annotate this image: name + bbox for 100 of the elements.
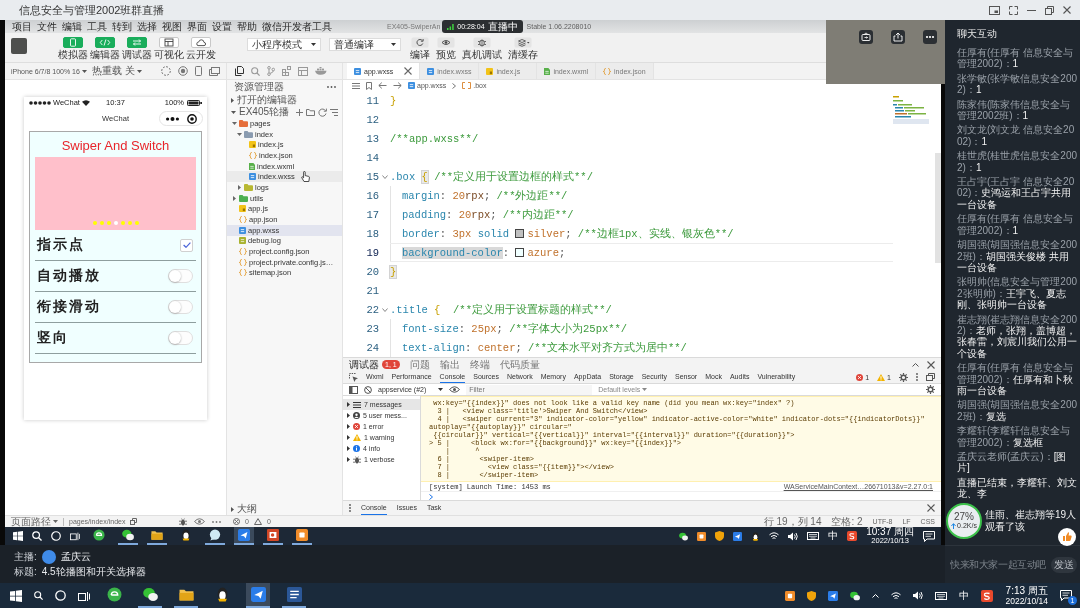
input-method[interactable]: 中 <box>959 588 970 603</box>
task-view-icon[interactable] <box>70 531 80 541</box>
input-method[interactable]: 中 <box>828 529 839 543</box>
clock-time[interactable]: 7:13 周五 <box>1005 585 1048 596</box>
menu-item[interactable]: 工具 <box>87 20 107 33</box>
fullscreen-icon[interactable] <box>1009 5 1018 15</box>
shield-icon[interactable] <box>715 531 725 541</box>
minimize-icon[interactable] <box>1027 9 1036 11</box>
copy-icon[interactable] <box>130 518 138 525</box>
extensions-icon[interactable] <box>282 66 291 76</box>
box-arrow-icon[interactable] <box>891 30 905 44</box>
volume-icon[interactable] <box>913 591 924 600</box>
start-menu-icon[interactable] <box>13 531 23 541</box>
dashed-circle-icon[interactable] <box>161 66 171 76</box>
section-header[interactable]: EX405轮播 <box>227 106 290 118</box>
camera-icon[interactable] <box>859 30 873 44</box>
list-icon[interactable] <box>352 82 360 89</box>
menu-item[interactable]: 项目 <box>12 20 32 33</box>
bookmark-icon[interactable] <box>366 81 372 90</box>
panel-tab[interactable]: 问题 <box>409 358 430 371</box>
toggle-switch[interactable] <box>168 300 193 314</box>
mode-select[interactable]: 小程序模式 <box>247 38 321 51</box>
dock-icon[interactable] <box>926 373 935 381</box>
toolbar-button[interactable]: 清缓存 <box>505 37 541 60</box>
taskbar-button[interactable] <box>246 583 270 608</box>
stacked-windows-icon[interactable] <box>209 66 220 76</box>
toolbar-button[interactable]: 预览 <box>433 37 459 60</box>
eye-icon[interactable] <box>449 386 461 393</box>
bug-icon[interactable] <box>179 517 187 526</box>
picture-in-picture-icon[interactable] <box>989 5 1000 15</box>
view-toggle[interactable]: 可视化 <box>153 37 185 60</box>
sidebar-icon[interactable] <box>349 385 358 394</box>
more-icon[interactable] <box>923 30 937 44</box>
search-icon[interactable] <box>32 531 42 541</box>
plus-icon[interactable] <box>296 108 303 116</box>
menu-item[interactable]: 视图 <box>162 20 182 33</box>
menu-item[interactable]: 界面 <box>187 20 207 33</box>
compile-select[interactable]: 普通编译 <box>329 38 401 51</box>
phone-icon[interactable] <box>195 66 202 76</box>
swirl-app-icon[interactable] <box>981 589 994 602</box>
menu-item[interactable]: 微信开发者工具 <box>262 20 332 33</box>
wifi-icon[interactable] <box>769 532 780 540</box>
chevron-down-icon[interactable] <box>381 174 388 179</box>
panel-tab[interactable]: 终端 <box>469 358 490 371</box>
toolbar-button[interactable]: 编译 <box>407 37 433 60</box>
scrollbar-thumb[interactable] <box>935 153 941 263</box>
menu-item[interactable]: 编辑 <box>62 20 82 33</box>
chevron-up-icon[interactable] <box>912 362 919 367</box>
forward-arrow-icon[interactable] <box>393 82 402 89</box>
settings-icon[interactable] <box>926 385 935 394</box>
volume-icon[interactable] <box>788 531 799 541</box>
panel-tab[interactable]: 输出 <box>439 358 460 371</box>
view-toggle[interactable]: 模拟器 <box>57 37 89 60</box>
folder-outline-icon[interactable] <box>306 108 315 116</box>
search-icon[interactable] <box>34 591 43 600</box>
keyboard-icon[interactable] <box>807 532 820 540</box>
menu-item[interactable]: 设置 <box>212 20 232 33</box>
indent-setting[interactable]: 空格: 2 <box>831 514 863 529</box>
files-icon[interactable] <box>235 66 244 76</box>
record-icon[interactable] <box>178 66 188 76</box>
view-toggle[interactable]: 编辑器 <box>89 37 121 60</box>
section-header[interactable]: 打开的编辑器 <box>227 94 297 106</box>
more-icon[interactable] <box>166 116 179 121</box>
shield-icon[interactable] <box>807 590 817 601</box>
toggle-switch[interactable] <box>168 331 193 345</box>
close-icon[interactable] <box>1063 6 1071 14</box>
hot-reload-select[interactable]: 热重载 关 <box>91 64 142 78</box>
clock-date[interactable]: 2022/10/14 <box>1005 596 1048 606</box>
chevron-down-icon[interactable] <box>381 307 388 312</box>
keyboard-icon[interactable] <box>935 591 948 600</box>
refresh-icon[interactable] <box>318 107 327 117</box>
view-toggle[interactable]: 调试器 <box>121 37 153 60</box>
layout-icon[interactable] <box>298 66 308 76</box>
ring-icon[interactable] <box>51 531 61 541</box>
checkbox[interactable] <box>180 238 193 252</box>
back-arrow-icon[interactable] <box>378 82 387 89</box>
block-icon[interactable] <box>364 385 372 394</box>
menu-item[interactable]: 转到 <box>112 20 132 33</box>
ring-icon[interactable] <box>55 590 66 601</box>
cursor-position[interactable]: 行 19，列 14 <box>763 514 822 529</box>
lines-icon[interactable] <box>330 108 338 116</box>
toggle-switch[interactable] <box>168 269 193 283</box>
send-button[interactable]: 发送 <box>1051 556 1077 573</box>
notification-icon[interactable] <box>1060 590 1072 601</box>
menu-item[interactable]: 选择 <box>137 20 157 33</box>
settings-icon[interactable] <box>899 372 908 382</box>
notification-icon[interactable] <box>923 530 935 542</box>
eye-icon[interactable] <box>194 518 205 525</box>
page-path-select[interactable]: 页面路径 <box>11 516 58 527</box>
wifi-icon[interactable] <box>891 591 902 600</box>
panel-tab[interactable]: 代码质量 <box>499 358 540 371</box>
taskbar-button[interactable] <box>234 527 254 545</box>
view-toggle[interactable]: 云开发 <box>185 37 217 60</box>
toolbar-button[interactable]: 真机调试 <box>459 37 505 60</box>
restore-icon[interactable] <box>1045 5 1054 15</box>
close-icon[interactable] <box>927 504 935 512</box>
cargo-ship-icon[interactable] <box>315 67 327 75</box>
close-icon[interactable] <box>927 360 935 369</box>
target-icon[interactable] <box>187 113 197 124</box>
swirl-app-icon[interactable] <box>847 531 858 541</box>
